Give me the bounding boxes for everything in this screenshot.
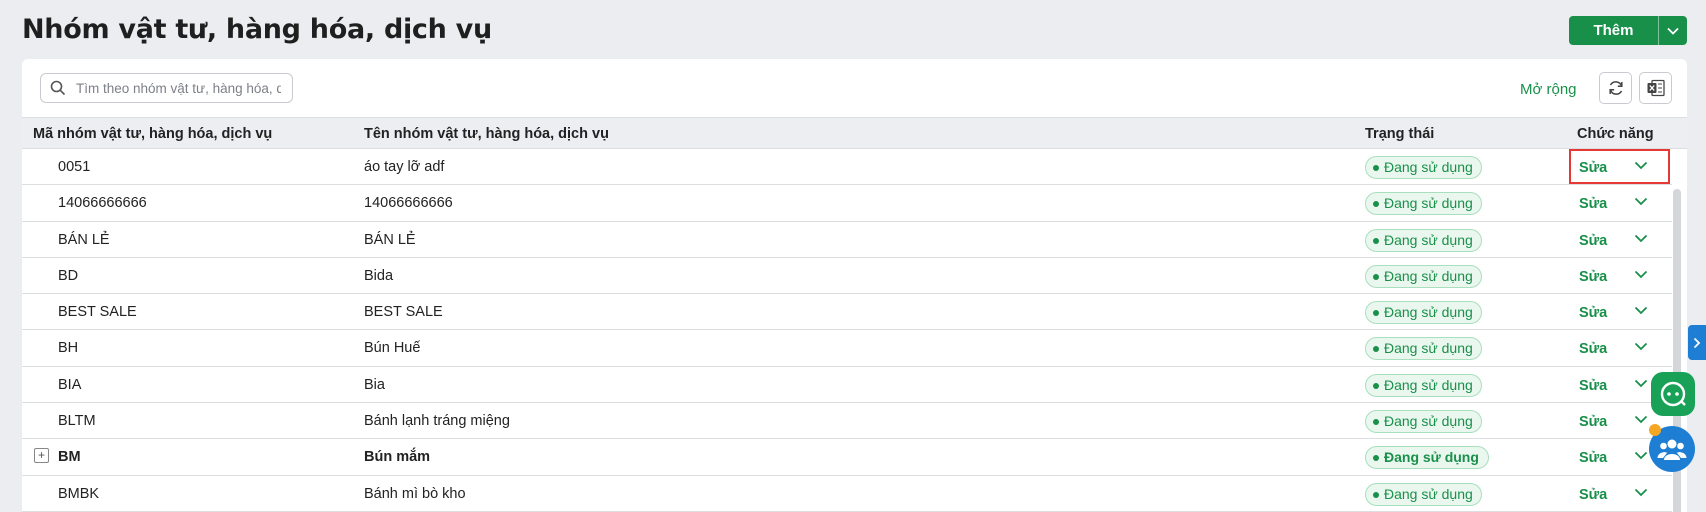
cell-name: Bánh lạnh tráng miệng [364, 413, 510, 430]
cell-code: BD [58, 267, 79, 284]
cell-code: BÁN LẺ [58, 231, 110, 248]
table-row[interactable]: BIA Bia Đang sử dụng Sửa [22, 367, 1672, 404]
notification-dot [1649, 424, 1661, 436]
refresh-button[interactable] [1599, 72, 1632, 104]
chevron-down-icon[interactable] [1634, 488, 1648, 497]
add-dropdown-button[interactable] [1659, 16, 1687, 45]
chat-bot-icon [1660, 381, 1686, 407]
column-header-actions: Chức năng [1577, 126, 1654, 142]
table-row[interactable]: BD Bida Đang sử dụng Sửa [22, 258, 1672, 295]
cell-name: áo tay lỡ adf [364, 159, 445, 175]
cell-name: Bánh mì bò kho [364, 485, 466, 502]
table-row[interactable]: BLTM Bánh lạnh tráng miệng Đang sử dụng … [22, 403, 1672, 440]
cell-code: BM [58, 449, 81, 466]
search-icon [50, 80, 66, 96]
column-header-name[interactable]: Tên nhóm vật tư, hàng hóa, dịch vụ [364, 126, 609, 142]
edit-button[interactable]: Sửa [1579, 269, 1607, 285]
add-button-group: Thêm [1569, 16, 1687, 45]
expand-link[interactable]: Mở rộng [1520, 81, 1577, 98]
chevron-down-icon[interactable] [1634, 197, 1648, 206]
chevron-down-icon[interactable] [1634, 306, 1648, 315]
status-badge: Đang sử dụng [1365, 301, 1482, 325]
export-excel-button[interactable] [1639, 72, 1672, 104]
chevron-down-icon[interactable] [1634, 342, 1648, 351]
status-badge: Đang sử dụng [1365, 264, 1482, 288]
search-input[interactable] [76, 80, 281, 96]
edit-button[interactable]: Sửa [1579, 233, 1607, 249]
cell-code: BLTM [58, 413, 96, 430]
edit-button[interactable]: Sửa [1579, 305, 1607, 321]
edit-button[interactable]: Sửa [1579, 450, 1607, 466]
cell-code: 0051 [58, 159, 91, 175]
status-badge: Đang sử dụng [1365, 373, 1482, 397]
table-header: Mã nhóm vật tư, hàng hóa, dịch vụ Tên nh… [22, 117, 1687, 149]
table-row[interactable]: 0051 áo tay lỡ adf Đang sử dụng Sửa [22, 149, 1672, 186]
chevron-down-icon[interactable] [1634, 270, 1648, 279]
cell-name: BÁN LẺ [364, 231, 416, 248]
edit-button[interactable]: Sửa [1579, 414, 1607, 430]
cell-name: Bida [364, 267, 394, 284]
edit-button[interactable]: Sửa [1579, 196, 1607, 212]
table-body: 0051 áo tay lỡ adf Đang sử dụng Sửa 1406… [22, 149, 1672, 512]
table-row[interactable]: BEST SALE BEST SALE Đang sử dụng Sửa [22, 294, 1672, 331]
chat-bot-button[interactable] [1651, 372, 1695, 416]
add-button[interactable]: Thêm [1569, 16, 1658, 45]
status-badge: Đang sử dụng [1365, 192, 1482, 216]
edit-button[interactable]: Sửa [1579, 378, 1607, 394]
team-icon [1657, 439, 1687, 460]
edit-button[interactable]: Sửa [1579, 160, 1607, 176]
cell-code: BIA [58, 376, 82, 393]
cell-code: BEST SALE [58, 304, 137, 321]
chevron-down-icon [1667, 27, 1679, 35]
cell-code: BMBK [58, 485, 100, 502]
chevron-right-icon [1693, 337, 1701, 348]
cell-name: Bún mắm [364, 449, 431, 466]
column-header-status[interactable]: Trạng thái [1365, 126, 1434, 142]
status-badge: Đang sử dụng [1365, 410, 1482, 434]
edit-button[interactable]: Sửa [1579, 341, 1607, 357]
status-badge: Đang sử dụng [1365, 337, 1482, 361]
cell-code: 14066666666 [58, 195, 147, 212]
chevron-down-icon[interactable] [1634, 415, 1648, 424]
expand-row-toggle[interactable]: + [34, 448, 49, 464]
table-row[interactable]: BMBK Bánh mì bò kho Đang sử dụng Sửa [22, 476, 1672, 512]
status-badge: Đang sử dụng [1365, 228, 1482, 252]
cell-name: BEST SALE [364, 304, 443, 321]
table-row[interactable]: 14066666666 14066666666 Đang sử dụng Sửa [22, 185, 1672, 222]
cell-code: BH [58, 340, 79, 357]
side-panel-toggle[interactable] [1688, 325, 1706, 360]
status-badge: Đang sử dụng [1365, 156, 1482, 179]
chevron-down-icon[interactable] [1634, 161, 1648, 170]
edit-button[interactable]: Sửa [1579, 487, 1607, 503]
excel-icon [1647, 79, 1665, 97]
cell-name: Bia [364, 376, 385, 393]
table-row[interactable]: BÁN LẺ BÁN LẺ Đang sử dụng Sửa [22, 222, 1672, 258]
column-header-code[interactable]: Mã nhóm vật tư, hàng hóa, dịch vụ [33, 126, 272, 142]
chevron-down-icon[interactable] [1634, 379, 1648, 388]
page-title: Nhóm vật tư, hàng hóa, dịch vụ [22, 14, 492, 45]
search-box [40, 73, 293, 103]
chevron-down-icon[interactable] [1634, 234, 1648, 243]
status-badge: Đang sử dụng [1365, 446, 1489, 470]
cell-name: 14066666666 [364, 195, 453, 212]
cell-name: Bún Huế [364, 340, 421, 357]
table-row[interactable]: BH Bún Huế Đang sử dụng Sửa [22, 330, 1672, 367]
chevron-down-icon[interactable] [1634, 451, 1648, 460]
refresh-icon [1608, 81, 1623, 95]
status-badge: Đang sử dụng [1365, 482, 1482, 506]
content-card: Mở rộng Mã nhóm vật tư, hàng hóa, dịch v… [22, 59, 1687, 512]
table-row[interactable]: + BM Bún mắm Đang sử dụng Sửa [22, 439, 1672, 476]
